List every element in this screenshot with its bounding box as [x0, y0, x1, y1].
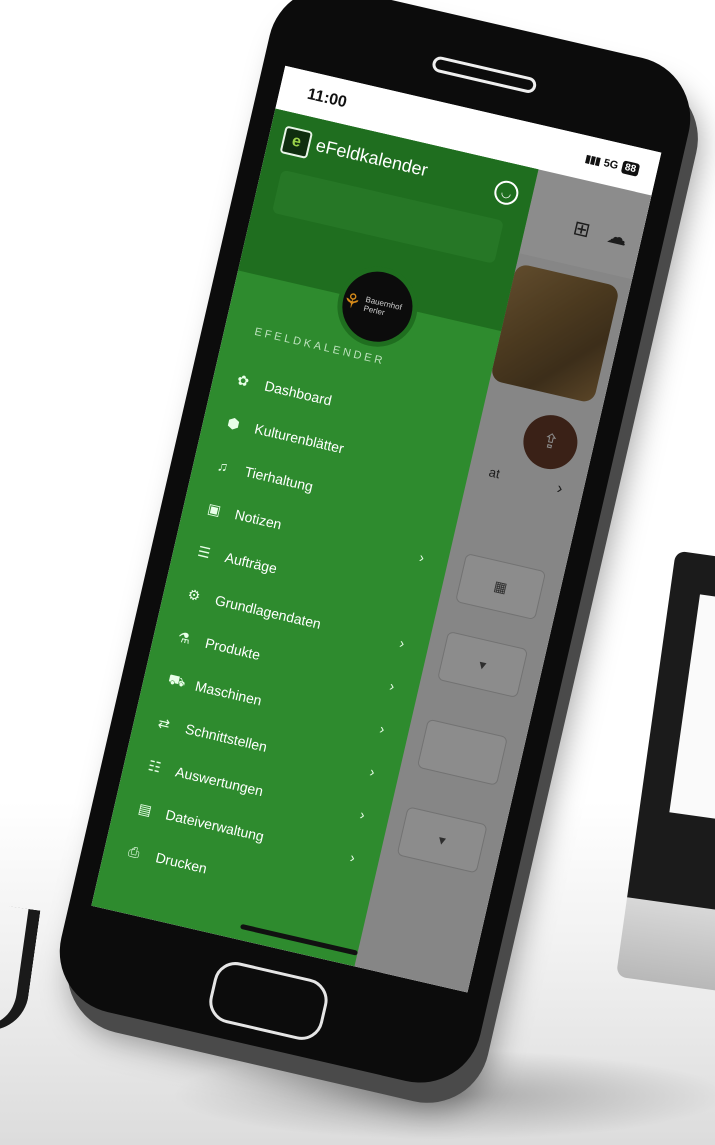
user-icon[interactable]: ◡ [491, 178, 521, 208]
battery-icon: 88 [620, 160, 641, 177]
chart-icon: ☷ [146, 756, 163, 776]
swap-icon: ⇄ [156, 713, 172, 733]
tractor-icon: ⛟ [166, 669, 188, 690]
monitor-chin [615, 897, 715, 999]
location-icon: ⬢ [225, 413, 242, 433]
signal-icon: ▮▮▮ [583, 152, 602, 168]
archive-icon: ▤ [136, 799, 154, 819]
print-icon: ⎙ [126, 842, 142, 861]
app-title: eFeldkalender [314, 135, 430, 181]
status-indicators: ▮▮▮ 5G 88 [583, 152, 641, 177]
app-logo: e [279, 125, 314, 160]
phone-mockup: 11:00 ▮▮▮ 5G 88 ⊞ ☁ ⇪ at › ▦ ▾ ▾ e eFeld… [47, 0, 703, 1095]
gears-icon: ⚙ [186, 585, 203, 604]
header-banner [271, 169, 504, 264]
monitor-screen [669, 594, 715, 832]
network-label: 5G [602, 156, 620, 172]
background-monitor [615, 550, 715, 999]
background-device-edge [0, 900, 41, 1036]
farm-name: Bauernhof Perler [362, 294, 403, 318]
clipboard-icon: ▣ [206, 499, 223, 518]
wheat-icon: ⚘ [340, 288, 364, 315]
bell-icon: ♫ [215, 457, 230, 475]
phone-home-button[interactable] [204, 957, 332, 1045]
status-time: 11:00 [305, 85, 349, 112]
dashboard-icon: ✿ [235, 370, 251, 390]
phone-screen: 11:00 ▮▮▮ 5G 88 ⊞ ☁ ⇪ at › ▦ ▾ ▾ e eFeld… [91, 65, 662, 993]
phone-speaker [430, 55, 538, 95]
flask-icon: ⚗ [176, 628, 193, 647]
list-icon: ☰ [196, 542, 213, 561]
